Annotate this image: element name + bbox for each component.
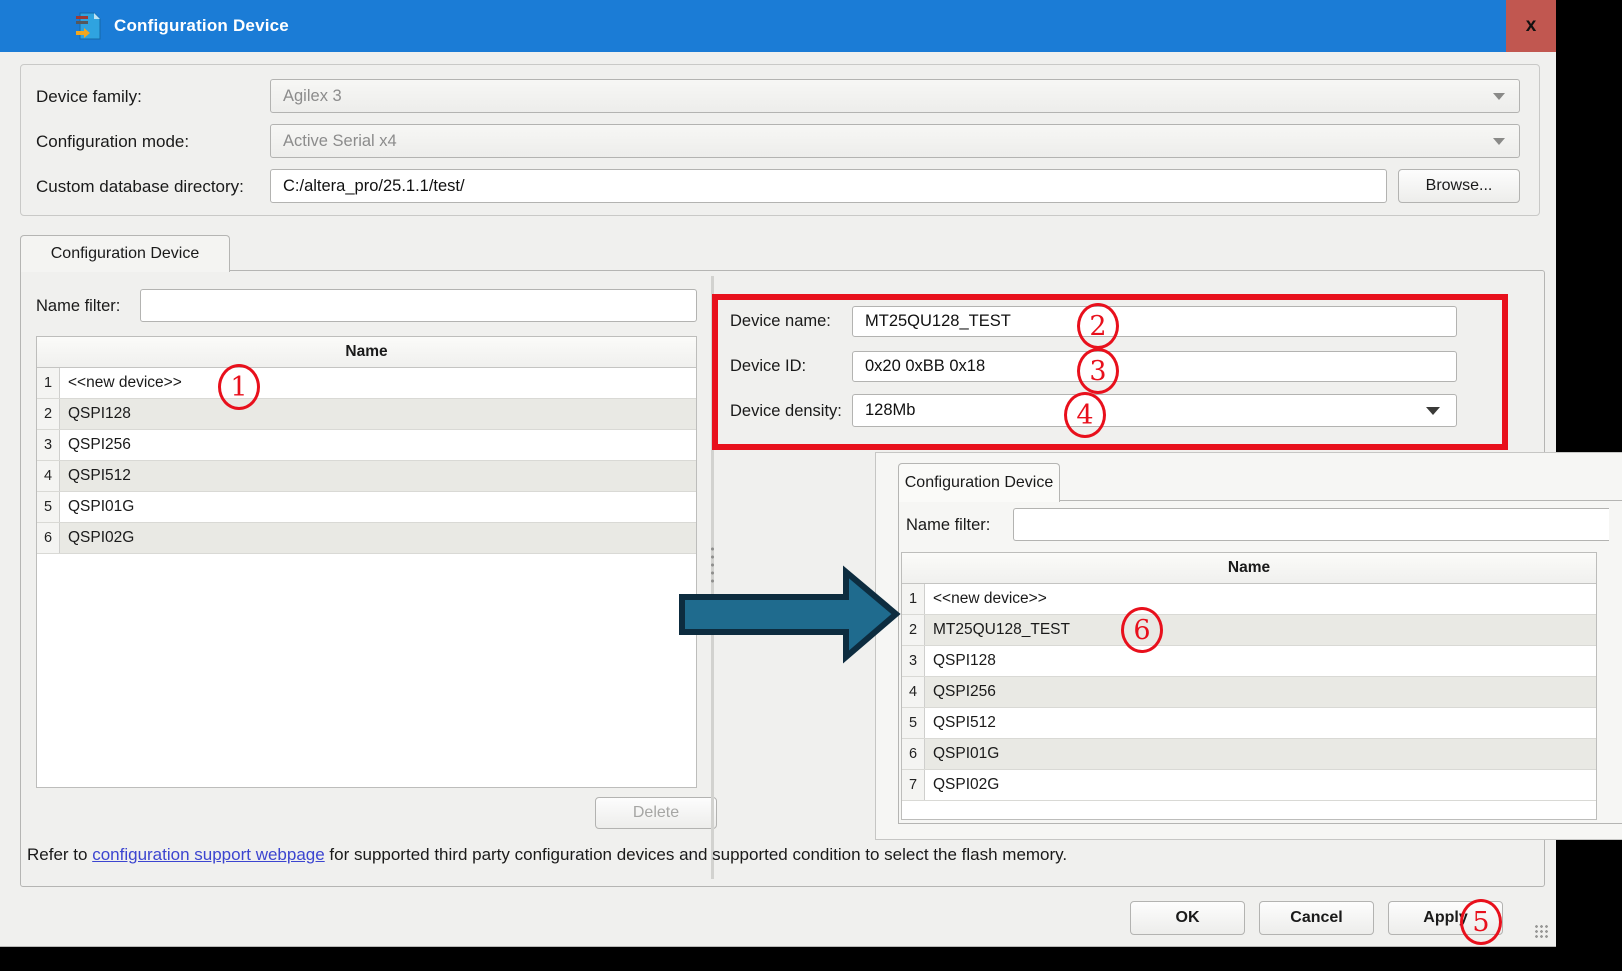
table-row-qspi512[interactable]: 4QSPI512 <box>37 461 696 492</box>
row-name: <<new device>> <box>60 368 182 398</box>
inset-name-filter-input[interactable] <box>1013 508 1609 541</box>
row-name: QSPI256 <box>925 677 996 707</box>
inset-row-qspi512[interactable]: 5QSPI512 <box>902 708 1596 739</box>
table-row-qspi128[interactable]: 2QSPI128 <box>37 399 696 430</box>
table-row-qspi01g[interactable]: 5QSPI01G <box>37 492 696 523</box>
chevron-down-icon <box>1493 138 1505 145</box>
device-id-input[interactable]: 0x20 0xBB 0x18 <box>852 351 1457 382</box>
name-filter-input[interactable] <box>140 289 697 322</box>
chevron-down-icon <box>1426 407 1440 415</box>
note-suffix: for supported third party configuration … <box>325 845 1067 864</box>
device-list-table: Name 1<<new device>> 2QSPI128 3QSPI256 4… <box>36 336 697 788</box>
row-number: 7 <box>902 770 925 800</box>
device-family-value: Agilex 3 <box>283 87 342 106</box>
row-name: QSPI128 <box>60 399 131 429</box>
row-name: QSPI02G <box>60 523 134 553</box>
row-number: 4 <box>37 461 60 491</box>
device-name-input[interactable]: MT25QU128_TEST <box>852 306 1457 337</box>
close-button[interactable]: x <box>1506 0 1556 52</box>
tab-configuration-device[interactable]: Configuration Device <box>20 235 230 272</box>
note-prefix: Refer to <box>27 845 92 864</box>
configuration-mode-value: Active Serial x4 <box>283 132 397 151</box>
table-row-new-device[interactable]: 1<<new device>> <box>37 368 696 399</box>
device-family-label: Device family: <box>36 87 142 107</box>
device-density-label: Device density: <box>730 402 842 421</box>
browse-button[interactable]: Browse... <box>1398 169 1520 203</box>
custom-db-directory-input[interactable]: C:/altera_pro/25.1.1/test/ <box>270 169 1387 203</box>
row-number: 5 <box>902 708 925 738</box>
ok-button[interactable]: OK <box>1130 901 1245 935</box>
configuration-device-icon <box>74 11 104 41</box>
row-name: <<new device>> <box>925 584 1047 614</box>
device-id-label: Device ID: <box>730 357 806 376</box>
row-name: QSPI256 <box>60 430 131 460</box>
inset-row-new-device[interactable]: 1<<new device>> <box>902 584 1596 615</box>
inset-row-qspi256[interactable]: 4QSPI256 <box>902 677 1596 708</box>
row-number: 4 <box>902 677 925 707</box>
row-number: 6 <box>902 739 925 769</box>
row-name: QSPI01G <box>925 739 999 769</box>
configuration-support-link[interactable]: configuration support webpage <box>92 845 325 864</box>
title-bar[interactable]: Configuration Device <box>0 0 1506 52</box>
row-number: 6 <box>37 523 60 553</box>
window-title: Configuration Device <box>114 16 289 36</box>
row-number: 1 <box>37 368 60 398</box>
row-number: 3 <box>37 430 60 460</box>
annotation-arrow-icon <box>670 558 910 670</box>
annotated-screenshot-canvas: Configuration Device x Device family: Ag… <box>0 0 1622 971</box>
inset-tab-configuration-device[interactable]: Configuration Device <box>898 463 1060 502</box>
table-header-name: Name <box>37 337 696 368</box>
table-row-qspi256[interactable]: 3QSPI256 <box>37 430 696 461</box>
inset-row-mt25qu128-test[interactable]: 2MT25QU128_TEST <box>902 615 1596 646</box>
result-inset-screenshot: Configuration Device Name filter: Name 1… <box>875 452 1622 840</box>
inset-row-qspi02g[interactable]: 7QSPI02G <box>902 770 1596 801</box>
chevron-down-icon <box>1493 93 1505 100</box>
table-row-qspi02g[interactable]: 6QSPI02G <box>37 523 696 554</box>
device-family-select: Agilex 3 <box>270 79 1520 113</box>
custom-db-directory-label: Custom database directory: <box>36 177 244 197</box>
inset-row-qspi01g[interactable]: 6QSPI01G <box>902 739 1596 770</box>
row-name: QSPI512 <box>925 708 996 738</box>
resize-grip[interactable] <box>1534 924 1548 938</box>
row-name: QSPI512 <box>60 461 131 491</box>
inset-device-list-table: Name 1<<new device>> 2MT25QU128_TEST 3QS… <box>901 552 1597 820</box>
device-density-select[interactable]: 128Mb <box>852 394 1457 427</box>
device-density-value: 128Mb <box>865 401 915 420</box>
apply-button[interactable]: Apply <box>1388 901 1503 935</box>
row-number: 5 <box>37 492 60 522</box>
row-number: 2 <box>37 399 60 429</box>
row-name: QSPI128 <box>925 646 996 676</box>
row-name: QSPI01G <box>60 492 134 522</box>
delete-button: Delete <box>595 797 717 829</box>
support-note: Refer to configuration support webpage f… <box>27 845 1067 865</box>
row-name: QSPI02G <box>925 770 999 800</box>
configuration-mode-select: Active Serial x4 <box>270 124 1520 158</box>
row-name: MT25QU128_TEST <box>925 615 1070 645</box>
inset-name-filter-label: Name filter: <box>906 516 990 535</box>
configuration-mode-label: Configuration mode: <box>36 132 189 152</box>
inset-row-qspi128[interactable]: 3QSPI128 <box>902 646 1596 677</box>
cancel-button[interactable]: Cancel <box>1259 901 1374 935</box>
name-filter-label: Name filter: <box>36 297 120 316</box>
inset-table-header-name: Name <box>902 553 1596 584</box>
device-name-label: Device name: <box>730 312 831 331</box>
